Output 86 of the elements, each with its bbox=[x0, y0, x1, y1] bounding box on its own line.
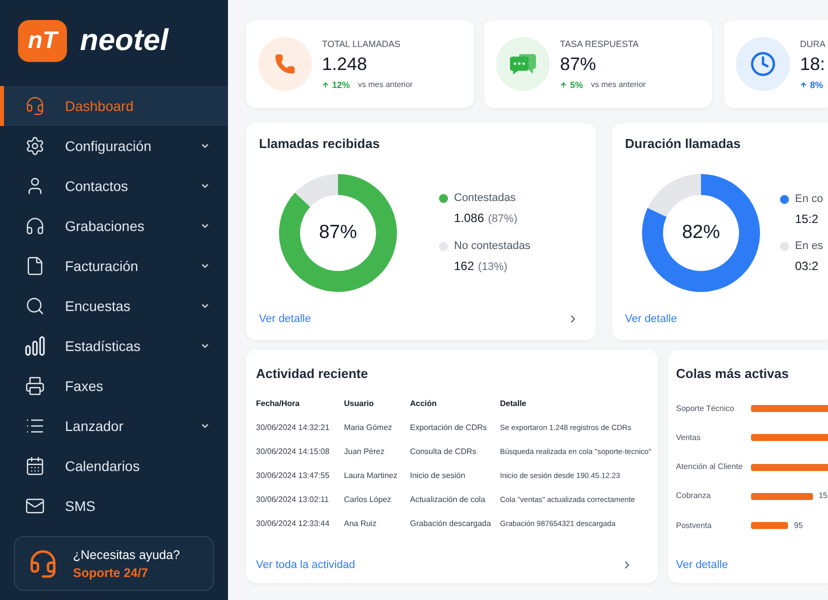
view-details-link[interactable]: Ver detalle bbox=[259, 312, 311, 326]
table-cell-text: Juan Pérez bbox=[344, 446, 386, 458]
nav-item[interactable]: Dashboard bbox=[0, 86, 228, 126]
headset-icon bbox=[28, 548, 58, 578]
document-icon bbox=[25, 256, 45, 276]
trend-note: vs mes anterior bbox=[358, 78, 413, 90]
arrow-up-icon bbox=[322, 80, 329, 88]
arrow-up-icon bbox=[560, 80, 567, 88]
table-cell-text: Maria Gómez bbox=[344, 422, 394, 434]
donut-center-value: 82% bbox=[682, 222, 720, 244]
column-header: Usuario bbox=[344, 398, 375, 410]
legend-label: Contestadas bbox=[454, 191, 516, 205]
nav-item[interactable]: Faxes bbox=[0, 366, 228, 406]
headset-icon bbox=[25, 96, 45, 116]
queue-label: Atención al Cliente bbox=[676, 461, 744, 474]
magnifier-icon bbox=[25, 296, 45, 316]
nav-item[interactable]: Lanzador bbox=[0, 406, 228, 446]
table-cell-text: Inicio de sesión bbox=[410, 470, 466, 482]
help-subtitle: Soporte 24/7 bbox=[73, 564, 150, 580]
logo-mark: nT bbox=[18, 20, 67, 62]
calendar-icon bbox=[25, 456, 45, 476]
trend-note: vs mes anterior bbox=[591, 78, 646, 90]
table-cell-text: 30/06/2024 13:47:55 bbox=[256, 470, 330, 482]
envelope-icon bbox=[25, 496, 45, 516]
stat-label: DURA bbox=[800, 38, 826, 50]
nav-item[interactable]: Facturación bbox=[0, 246, 228, 286]
table-cell-text: Carlos López bbox=[344, 494, 392, 506]
legend-percent: (13%) bbox=[478, 260, 508, 275]
table-cell-text: 30/06/2024 14:15:08 bbox=[256, 446, 330, 458]
legend-count: 03:2 bbox=[795, 258, 818, 274]
printer-icon bbox=[25, 376, 45, 396]
table-cell-text: Ana Ruiz bbox=[344, 518, 378, 530]
stat-label: TASA RESPUESTA bbox=[560, 38, 640, 50]
nav-item[interactable]: Calendarios bbox=[0, 446, 228, 486]
table-cell-text: Actualización de cola bbox=[410, 494, 486, 506]
trend-value: 8% bbox=[810, 78, 824, 90]
view-details-link[interactable]: Ver toda la actividad bbox=[256, 558, 356, 572]
donut-center-value: 87% bbox=[318, 222, 358, 244]
stat-value: 87% bbox=[560, 52, 598, 74]
help-card[interactable]: ¿Necesitas ayuda? Soporte 24/7 bbox=[14, 536, 214, 591]
column-header: Fecha/Hora bbox=[256, 398, 301, 410]
table-cell-text: Laura Martinez bbox=[344, 470, 398, 482]
stat-value: 1.248 bbox=[322, 52, 368, 74]
nav-item[interactable]: Grabaciones bbox=[0, 206, 228, 246]
table-cell-text: Exportación de CDRs bbox=[410, 422, 488, 434]
nav-item[interactable]: Estadísticas bbox=[0, 326, 228, 366]
column-header: Acción bbox=[410, 398, 438, 410]
legend-label: En es bbox=[795, 239, 824, 253]
settings-icon bbox=[25, 136, 45, 156]
queue-label: Ventas bbox=[676, 432, 702, 444]
table-cell-text: Grabación descargada bbox=[410, 518, 492, 530]
view-details-link[interactable]: Ver detalle bbox=[676, 558, 728, 572]
column-header: Detalle bbox=[500, 398, 528, 410]
queue-label: Cobranza bbox=[676, 490, 712, 502]
nav-item[interactable]: Contactos bbox=[0, 166, 228, 206]
table-cell-text: 30/06/2024 13:02:11 bbox=[256, 494, 330, 506]
trend-value: 5% bbox=[570, 78, 584, 90]
legend-count: 162 bbox=[454, 258, 474, 274]
arrow-up-icon bbox=[800, 80, 807, 88]
queue-count: 15 bbox=[818, 490, 828, 502]
legend-label: En co bbox=[795, 192, 824, 206]
queue-count: 95 bbox=[794, 520, 803, 532]
legend-count: 15:2 bbox=[795, 211, 818, 227]
view-details-link[interactable]: Ver detalle bbox=[625, 312, 677, 326]
queue-label: Soporte Técnico bbox=[676, 402, 736, 415]
bar-chart-icon bbox=[25, 336, 45, 356]
table-cell-text: Consulta de CDRs bbox=[410, 446, 478, 458]
legend-count: 1.086 bbox=[454, 210, 484, 226]
headphones-icon bbox=[25, 216, 45, 236]
help-title: ¿Necesitas ayuda? bbox=[73, 546, 180, 562]
card-title: Actividad reciente bbox=[256, 366, 369, 382]
stat-label: TOTAL LLAMADAS bbox=[322, 38, 402, 50]
table-cell-text: 30/06/2024 14:32:21 bbox=[256, 422, 330, 434]
queue-label: Postventa bbox=[676, 520, 713, 532]
card-title: Llamadas recibidas bbox=[259, 135, 381, 153]
legend-percent: (87%) bbox=[488, 212, 518, 227]
card-title: Duración llamadas bbox=[625, 135, 742, 153]
nav-item[interactable]: Configuración bbox=[0, 126, 228, 166]
card-title: Colas más activas bbox=[676, 366, 790, 382]
table-cell-text: 30/06/2024 12:33:44 bbox=[256, 518, 330, 530]
nav-item[interactable]: Encuestas bbox=[0, 286, 228, 326]
trend-value: 12% bbox=[332, 78, 350, 90]
nav-item[interactable]: SMS bbox=[0, 486, 228, 526]
logo-wordmark: neotel bbox=[80, 26, 168, 56]
legend-label: No contestadas bbox=[454, 239, 530, 253]
stat-value: 18: bbox=[800, 52, 826, 74]
